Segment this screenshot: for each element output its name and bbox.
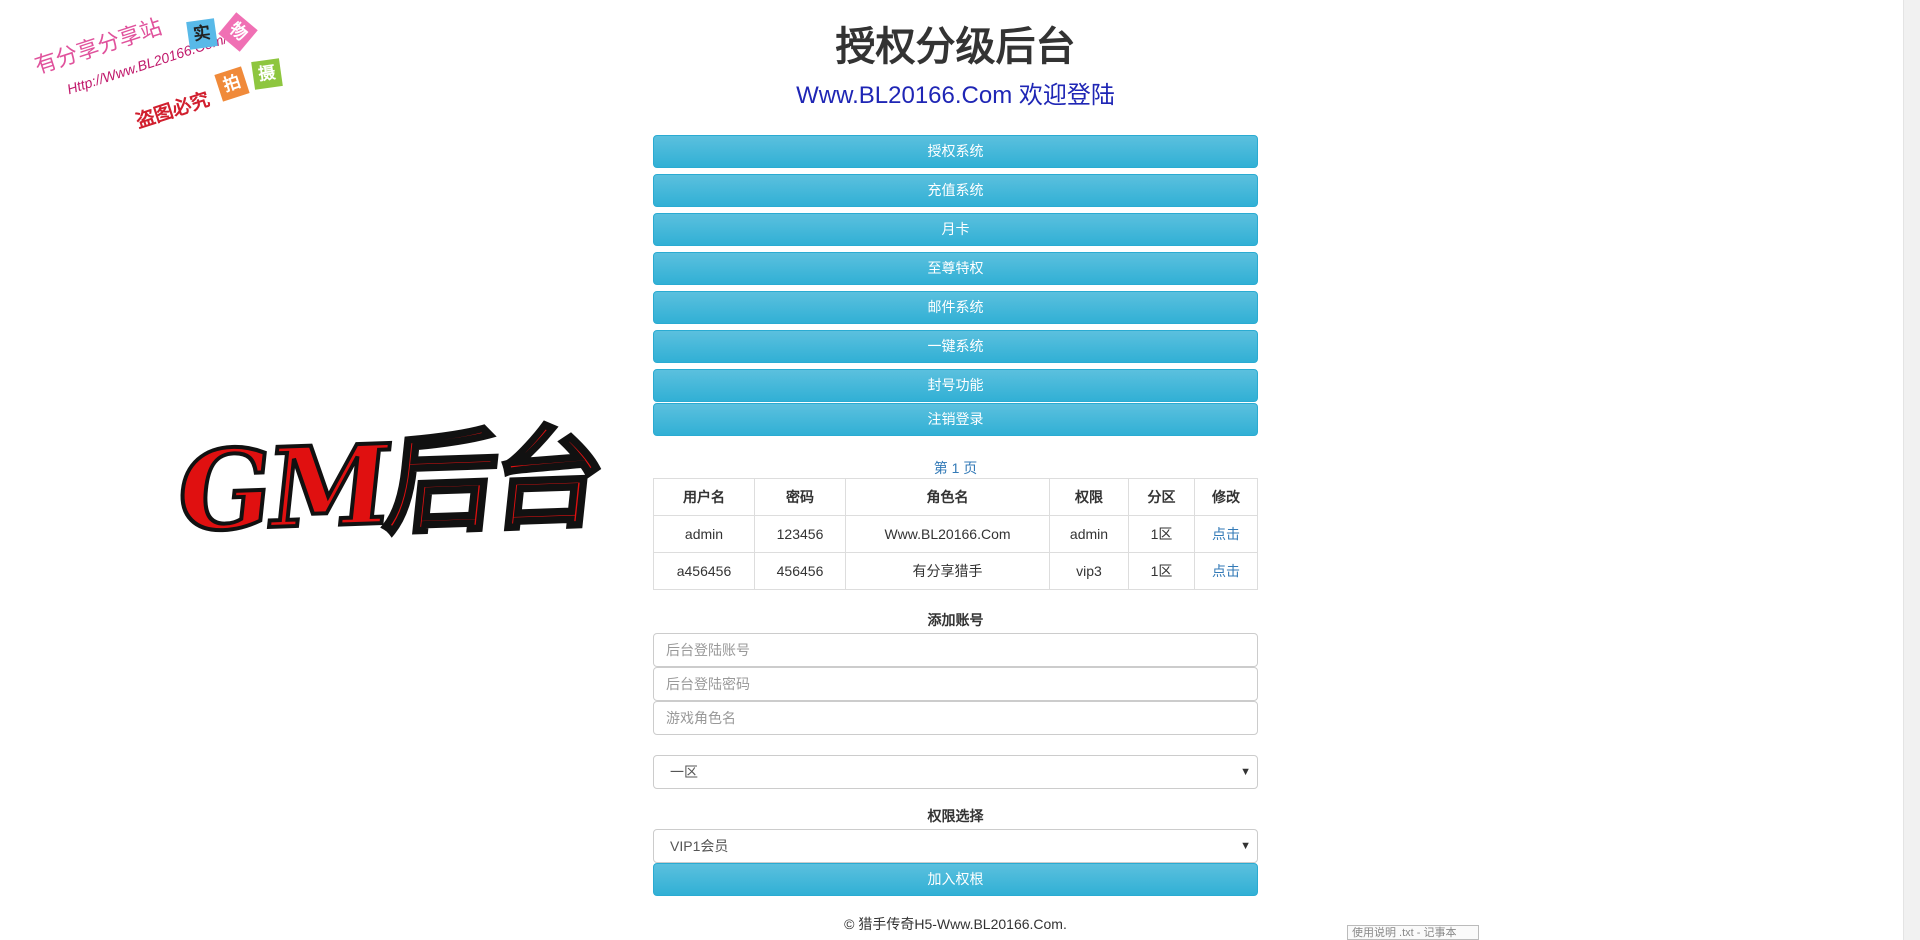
chevron-down-icon: ▼ [1240, 766, 1251, 778]
cell-password: 123456 [754, 515, 846, 553]
column-header: 修改 [1194, 478, 1258, 516]
column-header: 角色名 [845, 478, 1050, 516]
footer-copyright: © 猎手传奇H5-Www.BL20166.Com. [844, 916, 1067, 932]
menu-button-recharge[interactable]: 充值系统 [653, 174, 1258, 207]
column-header: 用户名 [653, 478, 755, 516]
column-header: 分区 [1128, 478, 1195, 516]
role-name-input[interactable] [653, 701, 1258, 735]
menu-button-ban[interactable]: 封号功能 [653, 369, 1258, 402]
watermark-tag: 摄 [251, 58, 283, 90]
admin-username-input[interactable] [653, 633, 1258, 667]
page-indicator[interactable]: 第 1 页 [653, 458, 1258, 478]
menu-button-auth[interactable]: 授权系统 [653, 135, 1258, 168]
cell-role-name: Www.BL20166.Com [845, 515, 1050, 553]
add-permission-button[interactable]: 加入权根 [653, 863, 1258, 896]
cell-permission: admin [1049, 515, 1129, 553]
menu-button-mail[interactable]: 邮件系统 [653, 291, 1258, 324]
gm-logo: GM后台 [169, 411, 608, 559]
watermark-tag: 实 [186, 18, 218, 50]
permission-select[interactable]: VIP1会员 ▼ [653, 829, 1258, 863]
cell-password: 456456 [754, 552, 846, 590]
menu-button-one-click[interactable]: 一键系统 [653, 330, 1258, 363]
cell-permission: vip3 [1049, 552, 1129, 590]
menu-button-logout[interactable]: 注销登录 [653, 403, 1258, 436]
cell-username: admin [653, 515, 755, 553]
page-scrollbar[interactable] [1903, 0, 1920, 940]
chevron-down-icon: ▼ [1240, 840, 1251, 852]
cell-role-name: 有分享猎手 [845, 552, 1050, 590]
watermark: 有分享分享站 Http://Www.BL20166.Com/ 盗图必究 实 物 … [20, 10, 290, 140]
welcome-text: Www.BL20166.Com 欢迎登陆 [796, 82, 1115, 109]
notepad-taskbar-item[interactable]: 使用说明 .txt - 记事本 [1347, 925, 1479, 940]
column-header: 权限 [1049, 478, 1129, 516]
admin-password-input[interactable] [653, 667, 1258, 701]
permission-heading: 权限选择 [927, 808, 984, 824]
menu-button-premium[interactable]: 至尊特权 [653, 252, 1258, 285]
watermark-warning: 盗图必究 [133, 89, 213, 133]
cell-username: a456456 [653, 552, 755, 590]
watermark-tag: 拍 [214, 66, 250, 102]
edit-link[interactable]: 点击 [1194, 552, 1258, 590]
table-header-row: 用户名 密码 角色名 权限 分区 修改 [653, 478, 1258, 516]
edit-link[interactable]: 点击 [1194, 515, 1258, 553]
column-header: 密码 [754, 478, 846, 516]
zone-select[interactable]: 一区 ▼ [653, 755, 1258, 789]
menu-button-monthly-card[interactable]: 月卡 [653, 213, 1258, 246]
accounts-table: 用户名 密码 角色名 权限 分区 修改 admin 123456 Www.BL2… [653, 478, 1258, 590]
zone-select-value: 一区 [670, 764, 698, 780]
page-title: 授权分级后台 [835, 25, 1076, 69]
cell-zone: 1区 [1128, 552, 1195, 590]
add-account-heading: 添加账号 [927, 612, 984, 628]
table-row: a456456 456456 有分享猎手 vip3 1区 点击 [653, 552, 1258, 590]
permission-select-value: VIP1会员 [670, 838, 729, 854]
cell-zone: 1区 [1128, 515, 1195, 553]
table-row: admin 123456 Www.BL20166.Com admin 1区 点击 [653, 515, 1258, 553]
